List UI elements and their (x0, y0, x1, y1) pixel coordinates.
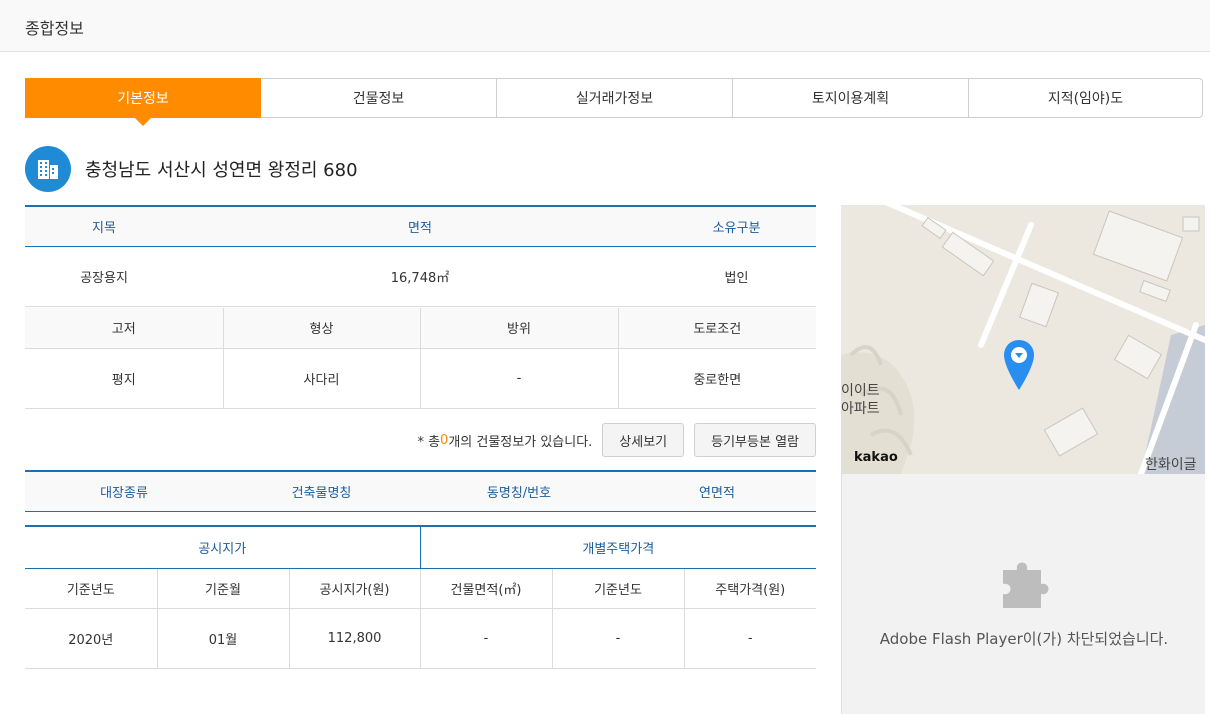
building-header-name: 건축물명칭 (223, 470, 420, 512)
price-housing-price-value: - (683, 608, 817, 669)
building-list-table: 대장종류 건축물명칭 동명칭/번호 연면적 (25, 470, 816, 512)
land-value-row: 공장용지 16,748㎡ 법인 (25, 246, 816, 307)
terrain-value-row: 평지 사다리 - 중로한면 (25, 348, 816, 409)
building-count: 0 (440, 432, 449, 448)
terrain-header-direction: 방위 (419, 308, 618, 349)
notice-prefix: * 총 (417, 434, 441, 450)
building-header-dong: 동명칭/번호 (420, 470, 618, 512)
land-category-value: 공장용지 (25, 246, 183, 307)
tab-basic-info[interactable]: 기본정보 (25, 78, 261, 126)
land-header-area: 면적 (183, 205, 657, 247)
page-title: 종합정보 (25, 19, 84, 38)
price-header-housing-base-year: 기준년도 (551, 568, 685, 609)
top-bar: 종합정보 (0, 0, 1210, 52)
land-header-row: 지목 면적 소유구분 (25, 205, 816, 247)
tab-transaction-price[interactable]: 실거래가정보 (497, 78, 733, 118)
terrain-header-height: 고저 (25, 308, 223, 349)
price-base-month-value: 01월 (156, 608, 289, 669)
puzzle-icon (1003, 562, 1049, 608)
terrain-header-row: 고저 형상 방위 도로조건 (25, 308, 816, 349)
price-base-year-value: 2020년 (25, 608, 157, 669)
price-building-area-value: - (419, 608, 553, 669)
location-map[interactable]: 이이트 아파트 한화이글스 kakao (841, 205, 1205, 474)
notice-suffix: 개의 건물정보가 있습니다. (448, 434, 593, 450)
price-table: 공시지가 개별주택가격 기준년도 기준월 공시지가(원) 건물면적(㎡) 기준년… (25, 525, 817, 669)
land-header-ownership: 소유구분 (657, 205, 816, 247)
terrain-header-road: 도로조건 (617, 308, 816, 349)
land-ownership-value: 법인 (657, 246, 816, 307)
land-info-table: 지목 면적 소유구분 공장용지 16,748㎡ 법인 (25, 205, 816, 307)
flash-blocked-message: Adobe Flash Player이(가) 차단되었습니다. (879, 630, 1169, 648)
map-label-apt-1: 이이트 (841, 383, 880, 399)
price-housing-year-value: - (551, 608, 685, 669)
address-text: 충청남도 서산시 성연면 왕정리 680 (85, 160, 358, 181)
location-pin-icon[interactable] (1003, 339, 1035, 391)
terrain-header-shape: 형상 (222, 308, 420, 349)
detail-view-button[interactable]: 상세보기 (602, 423, 685, 457)
price-header-building-area: 건물면적(㎡) (419, 568, 553, 609)
price-header-base-year: 기준년도 (25, 568, 157, 609)
terrain-table: 고저 형상 방위 도로조건 평지 사다리 - 중로한면 (25, 308, 816, 409)
tab-land-use-plan[interactable]: 토지이용계획 (733, 78, 969, 118)
building-list-header-row: 대장종류 건축물명칭 동명칭/번호 연면적 (25, 470, 816, 512)
price-value-row: 2020년 01월 112,800 - - - (25, 608, 817, 669)
terrain-road-value: 중로한면 (617, 348, 816, 409)
tab-bar: 기본정보 건물정보 실거래가정보 토지이용계획 지적(임야)도 (25, 78, 1203, 126)
terrain-shape-value: 사다리 (222, 348, 420, 409)
land-area-value: 16,748㎡ (183, 246, 657, 307)
terrain-height-value: 평지 (25, 348, 223, 409)
price-header-official-price: 공시지가(원) (288, 568, 421, 609)
land-header-category: 지목 (25, 205, 183, 247)
building-header-ledger-type: 대장종류 (25, 470, 223, 512)
building-icon (25, 146, 71, 192)
price-group-row: 공시지가 개별주택가격 (25, 525, 817, 569)
price-header-row: 기준년도 기준월 공시지가(원) 건물면적(㎡) 기준년도 주택가격(원) (25, 568, 817, 609)
price-header-base-month: 기준월 (156, 568, 289, 609)
map-label-hanwha: 한화이글스 (1145, 457, 1197, 473)
map-label-apt-2: 아파트 (841, 401, 880, 417)
flash-blocked-panel: Adobe Flash Player이(가) 차단되었습니다. (841, 474, 1205, 714)
terrain-direction-value: - (419, 348, 618, 409)
registry-view-button[interactable]: 등기부등본 열람 (694, 423, 816, 457)
price-header-housing-price: 주택가격(원) (683, 568, 817, 609)
address-heading: 충청남도 서산시 성연면 왕정리 680 (25, 146, 358, 192)
price-official-value: 112,800 (288, 608, 421, 669)
price-group-official-land: 공시지가 (25, 525, 421, 569)
building-header-floor-area: 연면적 (618, 470, 816, 512)
price-group-housing: 개별주택가격 (419, 525, 817, 569)
building-notice: * 총 0 개의 건물정보가 있습니다. 상세보기 등기부등본 열람 (25, 423, 816, 457)
tab-building-info[interactable]: 건물정보 (261, 78, 497, 118)
kakao-logo: kakao (854, 450, 898, 465)
tab-cadastral-map[interactable]: 지적(임야)도 (969, 78, 1203, 118)
